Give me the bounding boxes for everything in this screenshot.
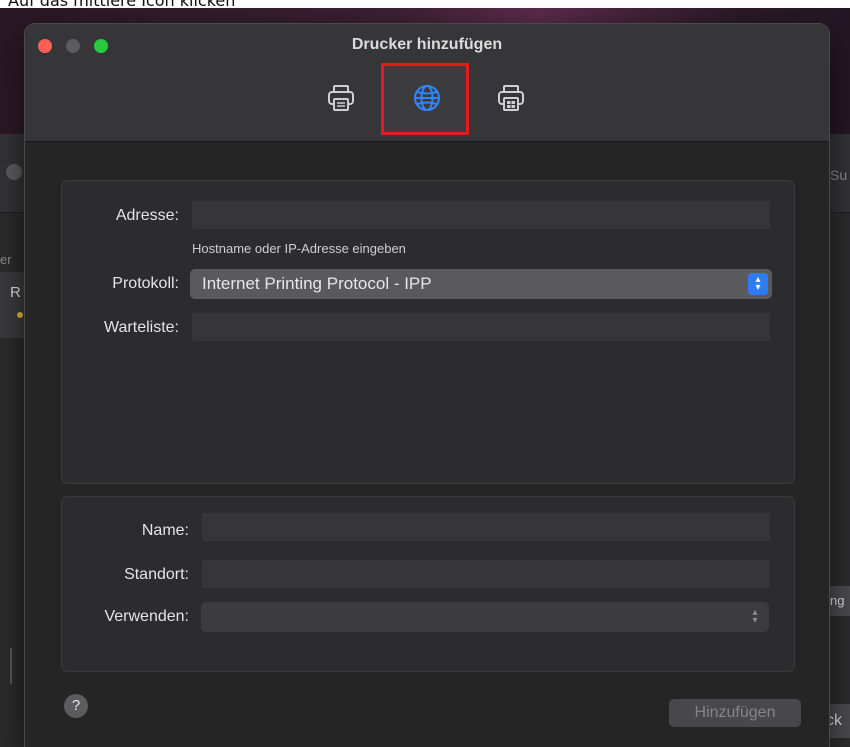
add-button[interactable]: Hinzufügen (669, 699, 801, 727)
background-partial-text: er (0, 252, 12, 267)
toolbar-windows-printer[interactable] (491, 78, 531, 118)
chevron-up-down-icon: ▴ ▾ (748, 273, 768, 295)
queue-label: Warteliste: (104, 319, 179, 336)
location-input[interactable] (202, 560, 770, 588)
address-input[interactable] (192, 201, 770, 229)
address-label: Adresse: (115, 207, 179, 224)
protocol-value: Internet Printing Protocol - IPP (202, 274, 432, 293)
address-hint: Hostname oder IP-Adresse eingeben (192, 241, 406, 256)
location-label: Standort: (124, 566, 189, 583)
windows-printer-icon (498, 85, 524, 111)
dialog-title: Drucker hinzufügen (351, 36, 503, 53)
protocol-select[interactable]: Internet Printing Protocol - IPP ▴ ▾ (190, 269, 772, 299)
driver-select[interactable]: ▴ ▾ (201, 602, 769, 632)
printer-status-dot (17, 312, 23, 318)
dialog-titlebar: Drucker hinzufügen (25, 24, 829, 142)
toolbar-default-printer[interactable] (321, 78, 361, 118)
background-divider (10, 648, 12, 684)
printer-icon (328, 85, 354, 111)
toolbar-ip-printer[interactable] (407, 78, 447, 118)
use-label: Verwenden: (104, 608, 189, 625)
background-printer-item: R (10, 284, 21, 301)
chevron-up-down-icon: ▴ ▾ (752, 607, 758, 626)
background-partial-text: Su (830, 167, 848, 183)
name-input[interactable] (202, 513, 770, 541)
help-button[interactable]: ? (64, 694, 88, 718)
globe-icon (414, 85, 440, 111)
background-button: ng (826, 586, 850, 616)
add-printer-dialog: Drucker hinzufügen Adresse: Hostname ode… (25, 24, 829, 747)
protocol-label: Protokoll: (112, 275, 179, 292)
background-window-control (6, 164, 22, 180)
name-label: Name: (141, 522, 189, 539)
queue-input[interactable] (192, 313, 770, 341)
